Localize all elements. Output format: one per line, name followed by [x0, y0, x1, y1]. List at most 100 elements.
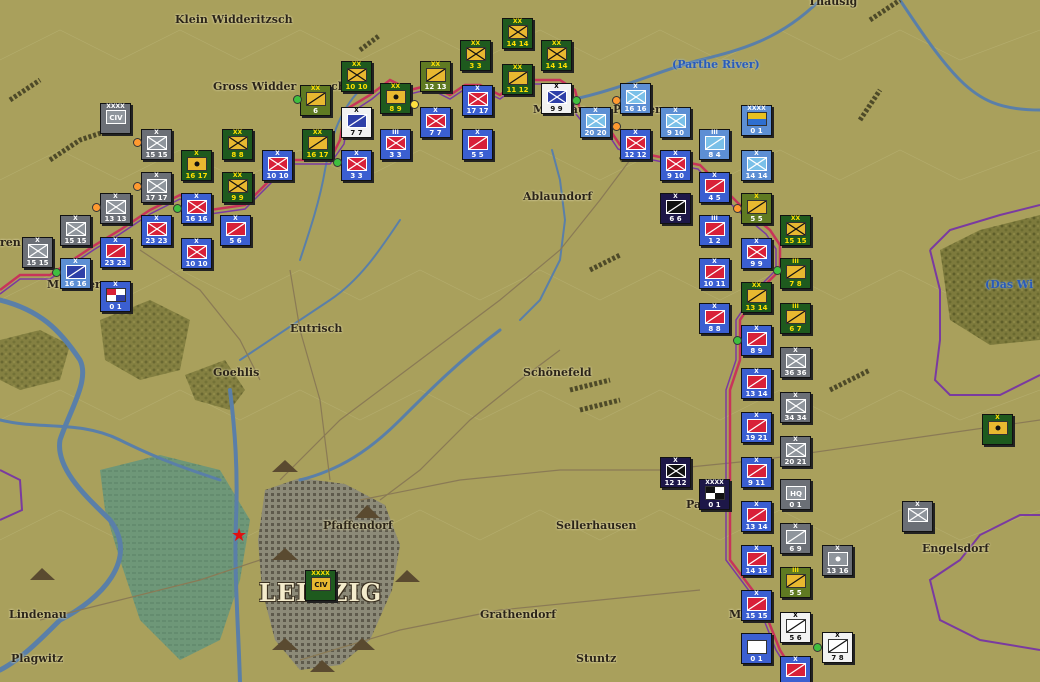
unit-counter[interactable]: X7 8	[822, 632, 853, 663]
unit-counter[interactable]: X7 7	[420, 107, 451, 138]
unit-counter[interactable]: XX 3 3	[460, 40, 491, 71]
unit-counter[interactable]: X 12 12	[620, 129, 651, 160]
unit-symbol-icon	[988, 421, 1008, 435]
unit-counter[interactable]: X 13 16	[822, 545, 853, 576]
unit-counter[interactable]: X 10 10	[262, 150, 293, 181]
unit-counter[interactable]: HQ 0 1	[741, 633, 772, 664]
unit-counter[interactable]: X 19 21	[741, 412, 772, 443]
unit-counter[interactable]: X 14 15	[741, 545, 772, 576]
unit-counter[interactable]: X8 9	[741, 325, 772, 356]
unit-counter[interactable]: X 23 23	[100, 237, 131, 268]
unit-counter[interactable]: HQ 0 1	[780, 479, 811, 510]
unit-counter[interactable]: III 6 7	[780, 303, 811, 334]
unit-symbol-icon	[786, 443, 806, 457]
unit-counter[interactable]: X5 6	[780, 612, 811, 643]
unit-symbol-icon	[547, 47, 567, 61]
objective-star-icon[interactable]: ★	[231, 527, 247, 545]
unit-symbol-icon	[705, 265, 725, 279]
unit-counter[interactable]: X9 11	[741, 457, 772, 488]
unit-counter[interactable]: X 34 34	[780, 392, 811, 423]
unit-counter[interactable]: XX 8 9	[380, 83, 411, 114]
unit-counter[interactable]: X 17 17	[141, 172, 172, 203]
unit-counter[interactable]: X 16 16	[181, 193, 212, 224]
unit-strength-label: 16 16	[185, 215, 208, 223]
unit-counter[interactable]: X	[780, 656, 811, 682]
unit-counter[interactable]: X0 1	[100, 281, 131, 312]
unit-counter[interactable]: X 13 14	[741, 501, 772, 532]
unit-counter[interactable]: X 12 12	[660, 457, 691, 488]
unit-counter[interactable]: XX 11 12	[502, 64, 533, 95]
unit-counter[interactable]: XX 8 8	[222, 129, 253, 160]
unit-counter[interactable]: X 15 15	[60, 215, 91, 246]
unit-symbol-icon	[268, 157, 288, 171]
unit-counter[interactable]: X3 3	[341, 150, 372, 181]
unit-counter[interactable]: X 10 11	[699, 258, 730, 289]
unit-counter[interactable]: X 17 17	[462, 85, 493, 116]
unit-counter[interactable]: X 15 15	[141, 129, 172, 160]
unit-strength-label: 15 15	[745, 612, 768, 620]
unit-counter[interactable]: III 7 8	[780, 258, 811, 289]
unit-counter[interactable]: X6 6	[660, 193, 691, 224]
unit-counter[interactable]: III 1 2	[699, 215, 730, 246]
unit-strength-label: 3 3	[350, 172, 363, 180]
unit-counter[interactable]: X 20 20	[580, 107, 611, 138]
unit-strength-label: 17 17	[466, 107, 489, 115]
status-dot-icon	[333, 158, 342, 167]
unit-symbol-icon	[347, 157, 367, 171]
unit-counter[interactable]: X7 7	[341, 107, 372, 138]
unit-counter[interactable]: X	[982, 414, 1013, 445]
unit-symbol-icon	[228, 179, 248, 193]
unit-symbol-icon	[147, 222, 167, 236]
unit-counter[interactable]: X9 9	[541, 83, 572, 114]
unit-counter[interactable]: XX 9 9	[222, 172, 253, 203]
unit-counter[interactable]: XX 12 13	[420, 61, 451, 92]
unit-counter[interactable]: X 16 17	[181, 150, 212, 181]
unit-strength-label: 0 1	[750, 127, 763, 135]
unit-counter[interactable]: X 23 23	[141, 215, 172, 246]
unit-counter[interactable]: X9 10	[660, 150, 691, 181]
unit-counter[interactable]: X6 9	[780, 523, 811, 554]
unit-counter[interactable]: X4 5	[699, 172, 730, 203]
unit-counter[interactable]: X5 5	[741, 193, 772, 224]
unit-counter[interactable]: X 10 10	[181, 238, 212, 269]
unit-counter[interactable]: X5 5	[462, 129, 493, 160]
unit-symbol-icon	[626, 136, 646, 150]
unit-symbol-icon	[666, 114, 686, 128]
unit-counter[interactable]: XX 13 14	[741, 282, 772, 313]
unit-counter[interactable]: X 20 21	[780, 436, 811, 467]
unit-counter[interactable]: X 15 15	[22, 237, 53, 268]
unit-counter[interactable]: X 13 14	[741, 368, 772, 399]
unit-symbol-icon	[705, 486, 725, 500]
unit-counter[interactable]: XXXX CIV	[100, 103, 131, 134]
unit-counter[interactable]: XX 6	[300, 85, 331, 116]
unit-counter[interactable]: XX 14 14	[502, 18, 533, 49]
unit-symbol-icon	[28, 244, 48, 258]
unit-counter[interactable]: XX 16 17	[302, 129, 333, 160]
unit-counter[interactable]: X 15 15	[741, 590, 772, 621]
unit-counter[interactable]: X9 9	[741, 238, 772, 269]
unit-counter[interactable]: XX 14 14	[541, 40, 572, 71]
unit-symbol-icon	[705, 222, 725, 236]
unit-symbol-icon	[747, 464, 767, 478]
unit-counter[interactable]: X5 6	[220, 215, 251, 246]
unit-counter[interactable]: X9 10	[660, 107, 691, 138]
unit-strength-label: 11 12	[506, 86, 529, 94]
unit-counter[interactable]: XXXX CIV	[305, 570, 336, 601]
unit-counter[interactable]: X 14 14	[741, 150, 772, 181]
unit-counter[interactable]: XX 10 10	[341, 61, 372, 92]
unit-counter[interactable]: XXXX 0 1	[699, 479, 730, 510]
game-map[interactable]: Klein Widderitzsch Gross Widder ch (Part…	[0, 0, 1040, 682]
unit-counter[interactable]: X 16 16	[620, 83, 651, 114]
unit-counter[interactable]: X 16 16	[60, 258, 91, 289]
unit-strength-label: 13 13	[104, 215, 127, 223]
city-label: ZIG	[330, 578, 383, 607]
unit-counter[interactable]: X	[902, 501, 933, 532]
unit-counter[interactable]: III 3 3	[380, 129, 411, 160]
unit-counter[interactable]: X 13 13	[100, 193, 131, 224]
unit-counter[interactable]: III 8 4	[699, 129, 730, 160]
unit-counter[interactable]: XX 15 15	[780, 215, 811, 246]
unit-counter[interactable]: III 5 5	[780, 567, 811, 598]
unit-counter[interactable]: X 36 36	[780, 347, 811, 378]
unit-counter[interactable]: X8 8	[699, 303, 730, 334]
unit-counter[interactable]: XXXX 0 1	[741, 105, 772, 136]
